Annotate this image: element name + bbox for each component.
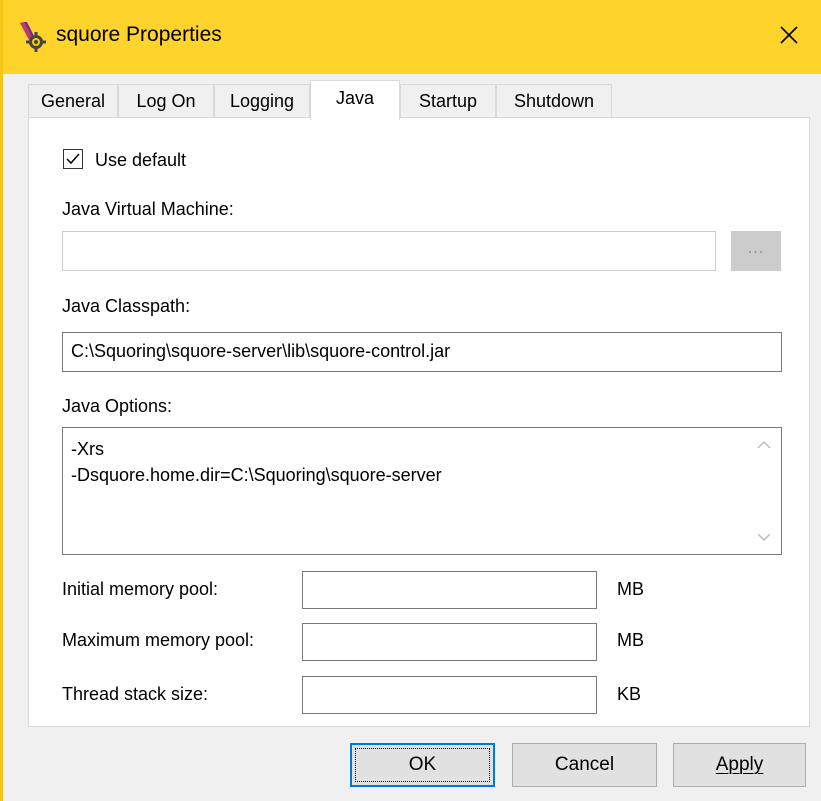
initial-memory-unit: MB	[617, 579, 644, 599]
cancel-button-label: Cancel	[554, 754, 615, 775]
tab-general[interactable]: General	[28, 84, 118, 118]
ok-button-label: OK	[408, 754, 437, 775]
chevron-up-icon	[757, 440, 771, 449]
thread-stack-input[interactable]	[302, 676, 597, 714]
apply-button[interactable]: Apply	[673, 743, 806, 787]
classpath-input[interactable]: C:\Squoring\squore-server\lib\squore-con…	[62, 332, 782, 372]
jvm-path-input[interactable]	[62, 231, 716, 271]
close-button[interactable]	[757, 0, 821, 74]
browse-jvm-button[interactable]: ...	[731, 231, 781, 271]
max-memory-input[interactable]	[302, 623, 597, 661]
service-properties-icon	[16, 20, 50, 54]
ok-button[interactable]: OK	[350, 743, 495, 787]
tab-java[interactable]: Java	[310, 80, 400, 120]
java-options-text: -Xrs -Dsquore.home.dir=C:\Squoring\squor…	[71, 439, 442, 485]
properties-window: squore Properties General Log On Logging…	[0, 0, 821, 801]
tab-logging[interactable]: Logging	[214, 84, 310, 118]
scroll-up-button[interactable]	[747, 428, 781, 462]
thread-stack-label: Thread stack size:	[62, 684, 209, 704]
scroll-down-button[interactable]	[747, 520, 781, 554]
classpath-label: Java Classpath:	[62, 296, 191, 316]
apply-button-label: Apply	[715, 754, 764, 775]
java-options-scrollbar[interactable]	[747, 428, 781, 554]
tab-shutdown[interactable]: Shutdown	[496, 84, 612, 118]
cancel-button[interactable]: Cancel	[512, 743, 657, 787]
use-default-checkbox[interactable]	[63, 149, 83, 169]
jvm-label: Java Virtual Machine:	[62, 199, 234, 219]
use-default-label[interactable]: Use default	[95, 147, 186, 173]
window-left-border	[0, 0, 3, 801]
title-bar[interactable]: squore Properties	[0, 0, 821, 74]
java-options-label: Java Options:	[62, 396, 173, 416]
tab-log-on[interactable]: Log On	[118, 84, 214, 118]
thread-stack-unit: KB	[617, 684, 642, 704]
chevron-down-icon	[757, 533, 771, 542]
max-memory-label: Maximum memory pool:	[62, 630, 255, 650]
java-options-textarea[interactable]: -Xrs -Dsquore.home.dir=C:\Squoring\squor…	[62, 427, 782, 555]
window-title: squore Properties	[56, 23, 222, 46]
tab-startup[interactable]: Startup	[400, 84, 496, 118]
checkmark-icon	[66, 153, 80, 165]
close-icon	[779, 25, 799, 50]
initial-memory-label: Initial memory pool:	[62, 579, 219, 599]
max-memory-unit: MB	[617, 630, 644, 650]
initial-memory-input[interactable]	[302, 571, 597, 609]
